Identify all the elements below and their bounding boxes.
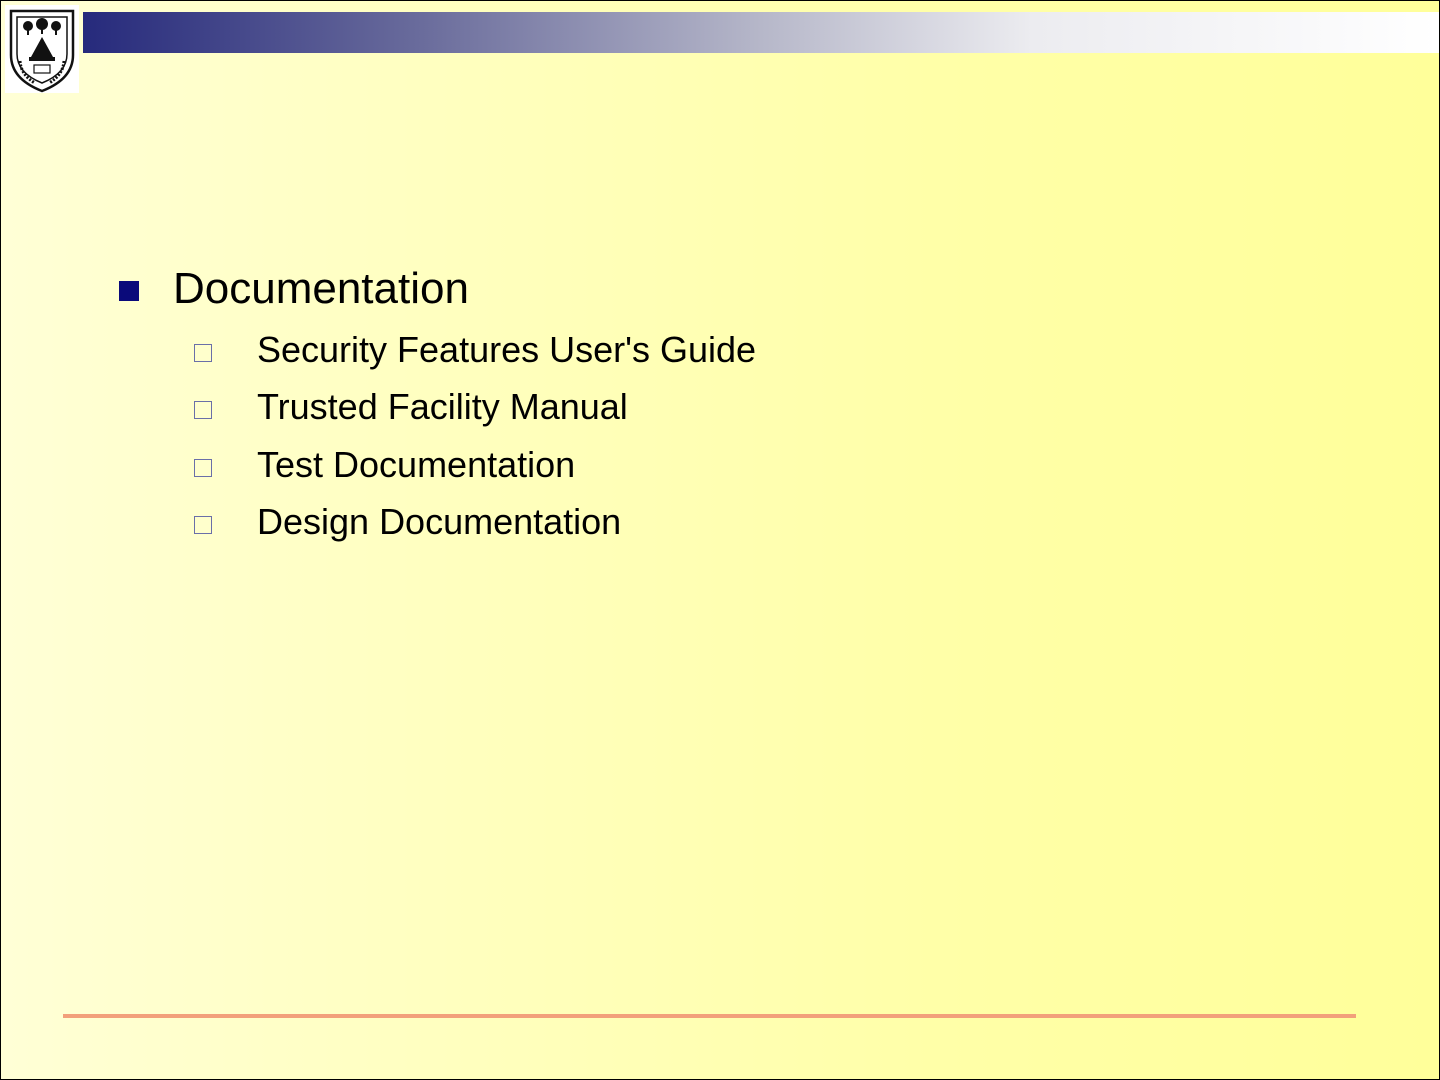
sub-bullet-item: Design Documentation	[194, 494, 756, 552]
bullet-item-documentation: Documentation	[119, 261, 756, 317]
slide: Documentation Security Features User's G…	[0, 0, 1440, 1080]
hollow-square-bullet-icon	[194, 458, 212, 477]
sub-bullet-item: Test Documentation	[194, 436, 756, 494]
bullet-heading: Documentation	[173, 264, 469, 313]
sub-bullet-text: Test Documentation	[257, 443, 576, 485]
hollow-square-bullet-icon	[194, 516, 212, 535]
hollow-square-bullet-icon	[194, 401, 212, 420]
header-gradient-bar	[83, 12, 1439, 53]
university-crest-icon	[5, 5, 79, 93]
sub-bullet-list: Security Features User's Guide Trusted F…	[119, 321, 756, 551]
sub-bullet-text: Trusted Facility Manual	[257, 386, 628, 428]
slide-content: Documentation Security Features User's G…	[119, 261, 756, 551]
sub-bullet-item: Security Features User's Guide	[194, 321, 756, 379]
square-bullet-icon	[119, 281, 139, 301]
hollow-square-bullet-icon	[194, 343, 212, 362]
sub-bullet-text: Security Features User's Guide	[257, 328, 757, 370]
sub-bullet-text: Design Documentation	[257, 501, 622, 543]
sub-bullet-item: Trusted Facility Manual	[194, 379, 756, 437]
footer-divider-line	[63, 1014, 1356, 1018]
